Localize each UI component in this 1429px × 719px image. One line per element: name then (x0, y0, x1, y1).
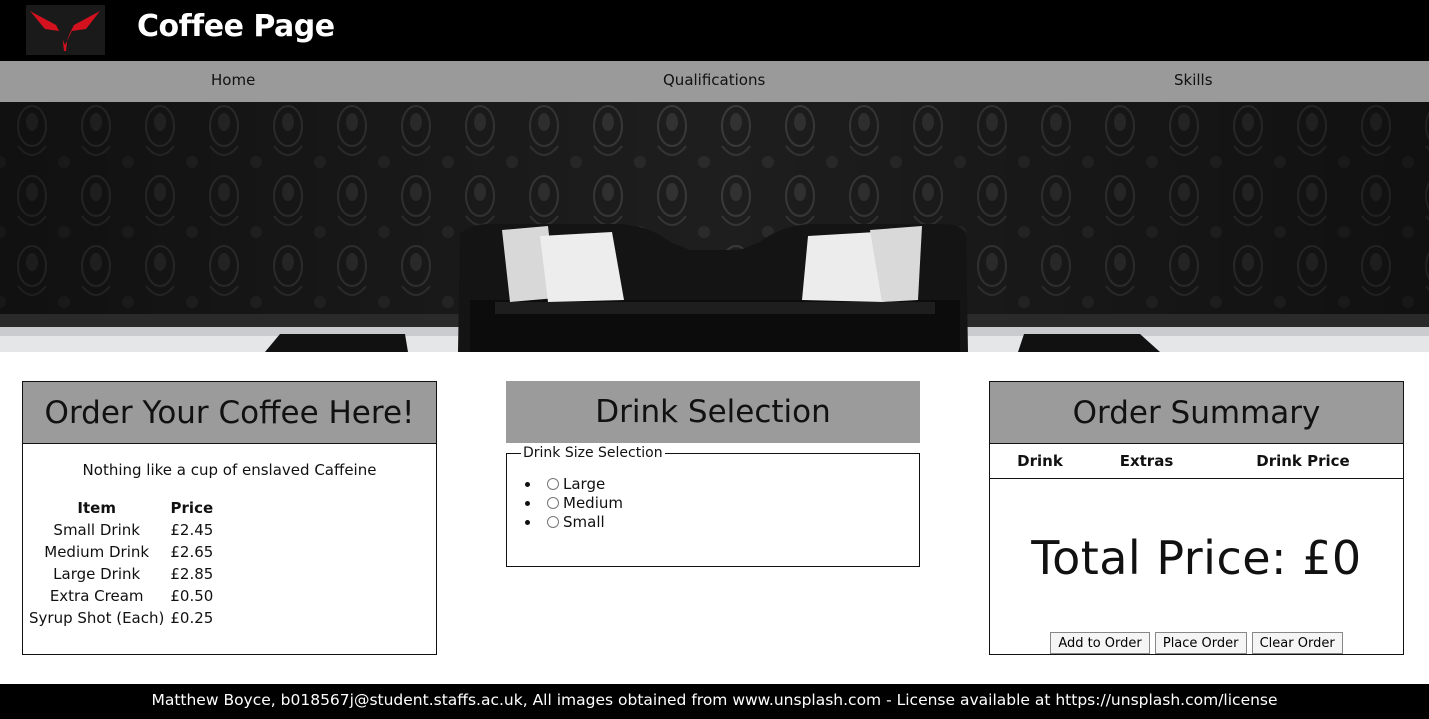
item-price: £0.50 (170, 587, 214, 605)
footer-text: Matthew Boyce, b018567j@student.staffs.a… (151, 691, 1278, 709)
clear-order-button[interactable]: Clear Order (1251, 632, 1343, 654)
hero-banner-image (0, 102, 1429, 352)
site-title: Coffee Page (137, 9, 335, 44)
tagline: Nothing like a cup of enslaved Caffeine (82, 461, 377, 479)
drink-column-header: Drink (990, 444, 1090, 479)
drink-size-options: Large Medium Small (541, 475, 919, 532)
site-header: Coffee Page (0, 0, 1429, 61)
size-medium-radio[interactable] (547, 497, 559, 509)
nav-qualifications[interactable]: Qualifications (663, 71, 765, 89)
order-summary-panel: Order Summary Drink Extras Drink Price T… (989, 381, 1404, 655)
table-row: Medium Drink £2.65 (26, 542, 216, 564)
item-name: Small Drink (53, 521, 140, 539)
item-name: Medium Drink (44, 543, 150, 561)
table-row: Small Drink £2.45 (26, 520, 216, 542)
nav-skills[interactable]: Skills (1174, 71, 1213, 89)
size-small-radio[interactable] (547, 516, 559, 528)
table-row: Large Drink £2.85 (26, 564, 216, 586)
size-small-label: Small (563, 513, 605, 531)
order-summary-title: Order Summary (990, 382, 1403, 444)
list-item: Large (541, 475, 919, 494)
extras-column-header: Extras (1090, 444, 1203, 479)
order-info-title: Order Your Coffee Here! (23, 382, 436, 444)
table-row: Syrup Shot (Each) £0.25 (26, 608, 216, 630)
price-table-header: Item Price (26, 499, 216, 520)
item-column-header: Item (77, 499, 116, 517)
list-item: Medium (541, 494, 919, 513)
size-medium-label: Medium (563, 494, 623, 512)
summary-table-header: Drink Extras Drink Price (990, 444, 1403, 479)
price-table: Item Price Small Drink £2.45 Medium Drin… (26, 499, 216, 630)
item-name: Syrup Shot (Each) (29, 609, 165, 627)
item-price: £2.85 (170, 565, 214, 583)
add-to-order-button[interactable]: Add to Order (1050, 632, 1150, 654)
size-large-label: Large (563, 475, 606, 493)
size-large-radio[interactable] (547, 478, 559, 490)
table-row: Extra Cream £0.50 (26, 586, 216, 608)
red-v-logo-icon (26, 5, 105, 55)
order-summary-table: Drink Extras Drink Price (990, 444, 1403, 479)
item-price: £2.45 (170, 521, 214, 539)
item-name: Extra Cream (49, 587, 144, 605)
list-item: Small (541, 513, 919, 532)
drink-selection-panel: Drink Selection (506, 381, 920, 443)
footer: Matthew Boyce, b018567j@student.staffs.a… (0, 684, 1429, 719)
drink-size-legend: Drink Size Selection (523, 445, 663, 461)
place-order-button[interactable]: Place Order (1154, 632, 1247, 654)
item-name: Large Drink (53, 565, 141, 583)
nav-home[interactable]: Home (211, 71, 255, 89)
total-price: Total Price: £0 (1031, 530, 1362, 585)
drink-price-column-header: Drink Price (1203, 444, 1403, 479)
order-actions: Add to Order Place Order Clear Order (990, 632, 1403, 654)
price-column-header: Price (170, 499, 214, 517)
item-price: £2.65 (170, 543, 214, 561)
item-price: £0.25 (170, 609, 214, 627)
main-nav: Home Qualifications Skills (0, 61, 1429, 102)
drink-selection-title: Drink Selection (506, 381, 920, 443)
order-info-panel: Order Your Coffee Here! Nothing like a c… (22, 381, 437, 655)
drink-size-fieldset: Drink Size Selection Large Medium Small (506, 445, 920, 567)
